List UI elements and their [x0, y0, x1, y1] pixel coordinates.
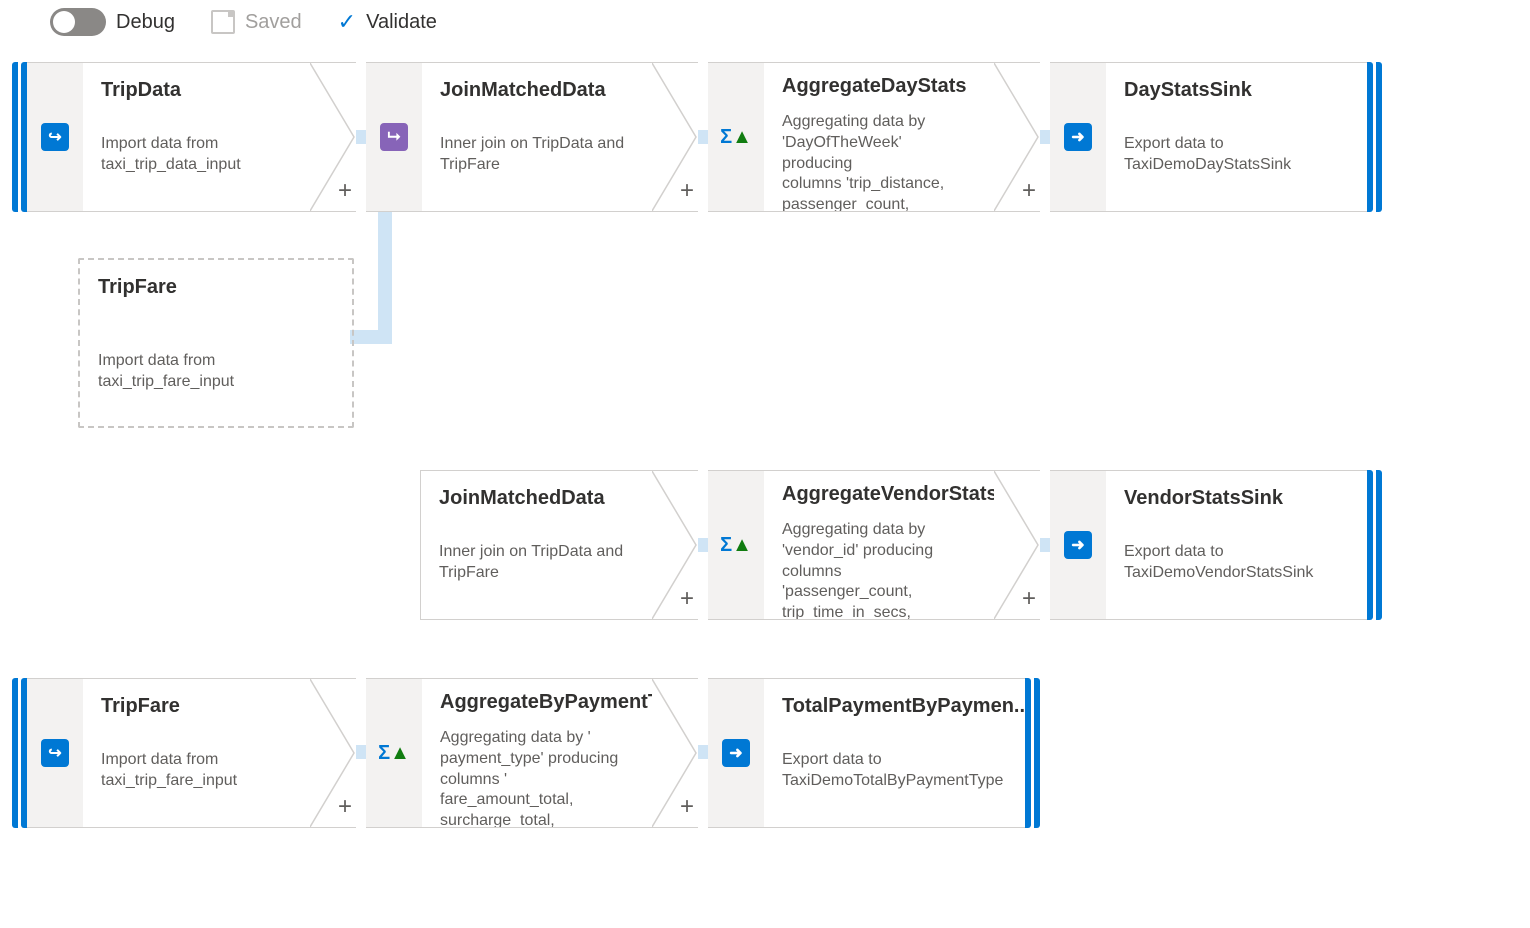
source-icon: ↪: [41, 123, 69, 151]
add-branch-button[interactable]: +: [680, 793, 694, 821]
debug-toggle[interactable]: Debug: [50, 8, 175, 36]
node-body[interactable]: TripFare Import data from taxi_trip_fare…: [83, 678, 310, 828]
node-body[interactable]: JoinMatchedData Inner join on TripData a…: [420, 470, 652, 620]
selection-bar-icon: [12, 62, 18, 212]
selection-bar-icon: [12, 678, 18, 828]
node-aggregate-vendor[interactable]: Σ▲ AggregateVendorStats Aggregating data…: [708, 470, 1040, 620]
node-payment-sink[interactable]: ➜ TotalPaymentByPaymen... Export data to…: [708, 678, 1040, 828]
node-title: AggregateByPaymentTy...: [440, 691, 634, 714]
source-icon: ↪: [41, 739, 69, 767]
node-output[interactable]: +: [310, 62, 356, 212]
saved-status: Saved: [211, 10, 302, 34]
node-title: JoinMatchedData: [440, 79, 634, 102]
node-tripdata-source[interactable]: ↪ TripData Import data from taxi_trip_da…: [12, 62, 356, 212]
add-branch-button[interactable]: +: [1022, 585, 1036, 613]
aggregate-icon: Σ▲: [722, 123, 750, 151]
add-branch-button[interactable]: +: [680, 177, 694, 205]
node-title: JoinMatchedData: [439, 487, 634, 510]
node-icon-cell: ➜: [1050, 62, 1106, 212]
node-body[interactable]: AggregateDayStats Aggregating data by 'D…: [764, 62, 994, 212]
node-desc: Inner join on TripData and TripFare: [440, 134, 634, 176]
node-tripfare-reference[interactable]: TripFare Import data from taxi_trip_fare…: [78, 258, 354, 428]
node-title: DayStatsSink: [1124, 79, 1349, 102]
node-icon-cell: ➜: [1050, 470, 1106, 620]
toggle-switch-icon[interactable]: [50, 8, 106, 36]
node-aggregate-day[interactable]: Σ▲ AggregateDayStats Aggregating data by…: [708, 62, 1040, 212]
node-desc: Import data from taxi_trip_data_input: [101, 134, 292, 176]
node-icon-cell: ➜: [708, 678, 764, 828]
node-title: VendorStatsSink: [1124, 487, 1349, 510]
node-output[interactable]: +: [652, 62, 698, 212]
selection-bar-icon: [1367, 62, 1373, 212]
selection-bar-icon: [1025, 678, 1031, 828]
node-day-sink[interactable]: ➜ DayStatsSink Export data to TaxiDemoDa…: [1050, 62, 1382, 212]
node-tripfare-source[interactable]: ↪ TripFare Import data from taxi_trip_fa…: [12, 678, 356, 828]
node-body[interactable]: JoinMatchedData Inner join on TripData a…: [422, 62, 652, 212]
node-desc: Export data to TaxiDemoDayStatsSink: [1124, 134, 1349, 176]
add-branch-button[interactable]: +: [338, 793, 352, 821]
node-join-1[interactable]: ⮡ JoinMatchedData Inner join on TripData…: [366, 62, 698, 212]
add-branch-button[interactable]: +: [1022, 177, 1036, 205]
node-title: TripFare: [101, 695, 292, 718]
node-aggregate-payment[interactable]: Σ▲ AggregateByPaymentTy... Aggregating d…: [366, 678, 698, 828]
add-branch-button[interactable]: +: [338, 177, 352, 205]
node-icon-cell: Σ▲: [708, 62, 764, 212]
node-body[interactable]: AggregateByPaymentTy... Aggregating data…: [422, 678, 652, 828]
node-body[interactable]: DayStatsSink Export data to TaxiDemoDayS…: [1106, 62, 1367, 212]
selection-bar-icon: [1367, 470, 1373, 620]
node-desc: Aggregating data by ' payment_type' prod…: [440, 728, 634, 828]
node-desc: Inner join on TripData and TripFare: [439, 542, 634, 584]
selection-bar-icon: [1034, 678, 1040, 828]
aggregate-icon: Σ▲: [722, 531, 750, 559]
connector: [364, 330, 390, 344]
selection-bar-icon: [1376, 62, 1382, 212]
debug-label: Debug: [116, 11, 175, 34]
node-icon-cell: ↪: [27, 62, 83, 212]
node-desc: Aggregating data by 'vendor_id' producin…: [782, 520, 976, 620]
sink-icon: ➜: [1064, 123, 1092, 151]
node-output[interactable]: +: [994, 62, 1040, 212]
node-icon-cell: Σ▲: [708, 470, 764, 620]
node-body[interactable]: TripData Import data from taxi_trip_data…: [83, 62, 310, 212]
node-join-2[interactable]: JoinMatchedData Inner join on TripData a…: [420, 470, 698, 620]
node-title: AggregateVendorStats: [782, 483, 976, 506]
node-icon-cell: ⮡: [366, 62, 422, 212]
node-title: AggregateDayStats: [782, 75, 976, 98]
node-desc: Export data to TaxiDemoVendorStatsSink: [1124, 542, 1349, 584]
join-icon: ⮡: [380, 123, 408, 151]
node-output[interactable]: +: [652, 678, 698, 828]
save-icon: [211, 10, 235, 34]
node-icon-cell: Σ▲: [366, 678, 422, 828]
saved-label: Saved: [245, 11, 302, 34]
node-title: TripData: [101, 79, 292, 102]
node-title: TotalPaymentByPaymen...: [782, 695, 1007, 718]
sink-icon: ➜: [722, 739, 750, 767]
node-body[interactable]: AggregateVendorStats Aggregating data by…: [764, 470, 994, 620]
sink-icon: ➜: [1064, 531, 1092, 559]
validate-button[interactable]: ✓ Validate: [338, 9, 437, 35]
toolbar: Debug Saved ✓ Validate: [0, 0, 1530, 44]
node-desc: Import data from taxi_trip_fare_input: [98, 351, 334, 393]
node-desc: Import data from taxi_trip_fare_input: [101, 750, 292, 792]
node-output[interactable]: +: [310, 678, 356, 828]
node-desc: Export data to TaxiDemoTotalByPaymentTyp…: [782, 750, 1007, 792]
aggregate-icon: Σ▲: [380, 739, 408, 767]
node-output[interactable]: +: [994, 470, 1040, 620]
validate-label: Validate: [366, 11, 437, 34]
node-body[interactable]: VendorStatsSink Export data to TaxiDemoV…: [1106, 470, 1367, 620]
node-body[interactable]: TotalPaymentByPaymen... Export data to T…: [764, 678, 1025, 828]
check-icon: ✓: [338, 9, 356, 35]
node-output[interactable]: +: [652, 470, 698, 620]
node-title: TripFare: [98, 276, 334, 299]
node-desc: Aggregating data by 'DayOfTheWeek' produ…: [782, 112, 976, 212]
node-vendor-sink[interactable]: ➜ VendorStatsSink Export data to TaxiDem…: [1050, 470, 1382, 620]
add-branch-button[interactable]: +: [680, 585, 694, 613]
selection-bar-icon: [1376, 470, 1382, 620]
node-icon-cell: ↪: [27, 678, 83, 828]
